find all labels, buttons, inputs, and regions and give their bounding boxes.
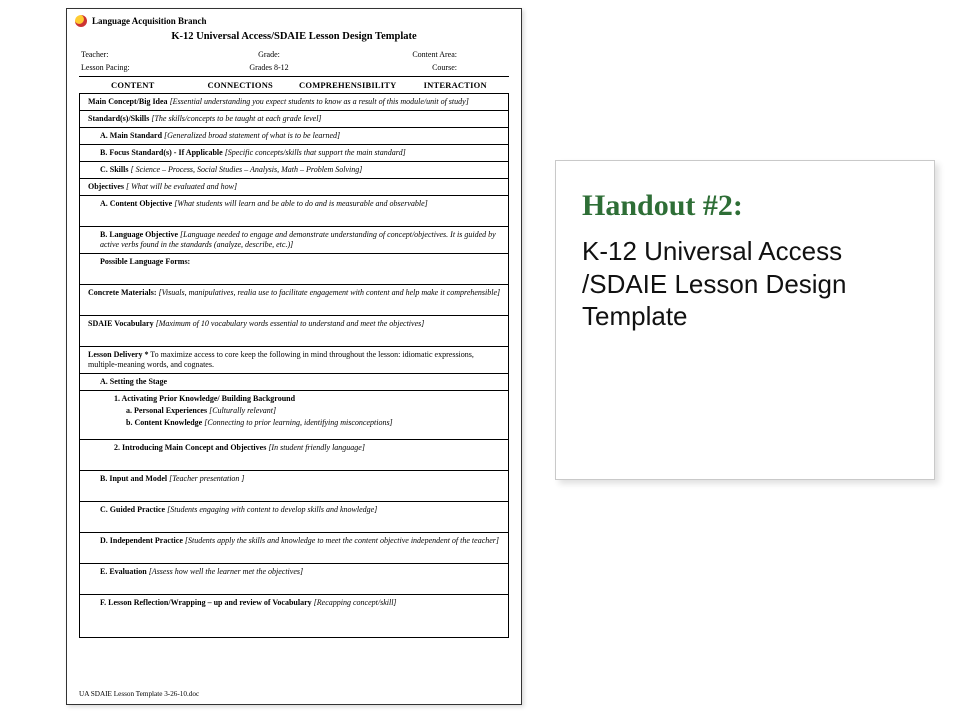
brand-row: Language Acquisition Branch (67, 9, 521, 29)
col-connections: CONNECTIONS (187, 80, 295, 90)
meta-pacing-label: Lesson Pacing: (81, 63, 206, 72)
form-sheet: Language Acquisition Branch K-12 Univers… (66, 8, 522, 705)
row-lesson-delivery: Lesson Delivery * To maximize access to … (80, 347, 508, 374)
row-evaluation: E. Evaluation [Assess how well the learn… (80, 564, 508, 595)
row-language-objective: B. Language Objective [Language needed t… (80, 227, 508, 254)
col-comprehensibility: COMPREHENSIBILITY (294, 80, 402, 90)
row-skills: C. Skills [ Science – Process, Social St… (80, 162, 508, 179)
meta-teacher-label: Teacher: (81, 50, 206, 59)
column-headers: CONTENT CONNECTIONS COMPREHENSIBILITY IN… (79, 76, 509, 94)
caption-title: Handout #2: (582, 189, 908, 223)
meta-grade-label: Grade: (206, 50, 331, 59)
row-content-objective: A. Content Objective [What students will… (80, 196, 508, 227)
row-objectives: Objectives [ What will be evaluated and … (80, 179, 508, 196)
row-sdaie-vocabulary: SDAIE Vocabulary [Maximum of 10 vocabula… (80, 316, 508, 347)
row-main-standard: A. Main Standard [Generalized broad stat… (80, 128, 508, 145)
row-setting-stage: A. Setting the Stage (80, 374, 508, 391)
meta-content-area-label: Content Area: (332, 50, 507, 59)
form-grid: Main Concept/Big Idea [Essential underst… (79, 94, 509, 638)
caption-card: Handout #2: K-12 Universal Access /SDAIE… (555, 160, 935, 480)
col-content: CONTENT (79, 80, 187, 90)
row-focus-standard: B. Focus Standard(s) - If Applicable [Sp… (80, 145, 508, 162)
row-introducing: 2. Introducing Main Concept and Objectiv… (80, 440, 508, 471)
row-main-concept: Main Concept/Big Idea [Essential underst… (80, 94, 508, 111)
brand-label: Language Acquisition Branch (92, 16, 207, 26)
row-language-forms: Possible Language Forms: (80, 254, 508, 285)
row-input-model: B. Input and Model [Teacher presentation… (80, 471, 508, 502)
form-title: K-12 Universal Access/SDAIE Lesson Desig… (67, 29, 521, 48)
meta-grades-value: Grades 8-12 (206, 63, 331, 72)
row-reflection: F. Lesson Reflection/Wrapping – up and r… (80, 595, 508, 638)
col-interaction: INTERACTION (402, 80, 510, 90)
row-standards: Standard(s)/Skills [The skills/concepts … (80, 111, 508, 128)
form-meta: Teacher: Grade: Content Area: Lesson Pac… (67, 48, 521, 76)
row-activating: 1. Activating Prior Knowledge/ Building … (80, 391, 508, 440)
row-concrete-materials: Concrete Materials: [Visuals, manipulati… (80, 285, 508, 316)
caption-description: K-12 Universal Access /SDAIE Lesson Desi… (582, 235, 908, 333)
meta-course-label: Course: (332, 63, 507, 72)
brand-icon (75, 15, 87, 27)
row-guided-practice: C. Guided Practice [Students engaging wi… (80, 502, 508, 533)
row-independent-practice: D. Independent Practice [Students apply … (80, 533, 508, 564)
form-footer: UA SDAIE Lesson Template 3-26-10.doc (79, 690, 199, 698)
slide-stage: Handout #2: K-12 Universal Access /SDAIE… (0, 0, 960, 720)
